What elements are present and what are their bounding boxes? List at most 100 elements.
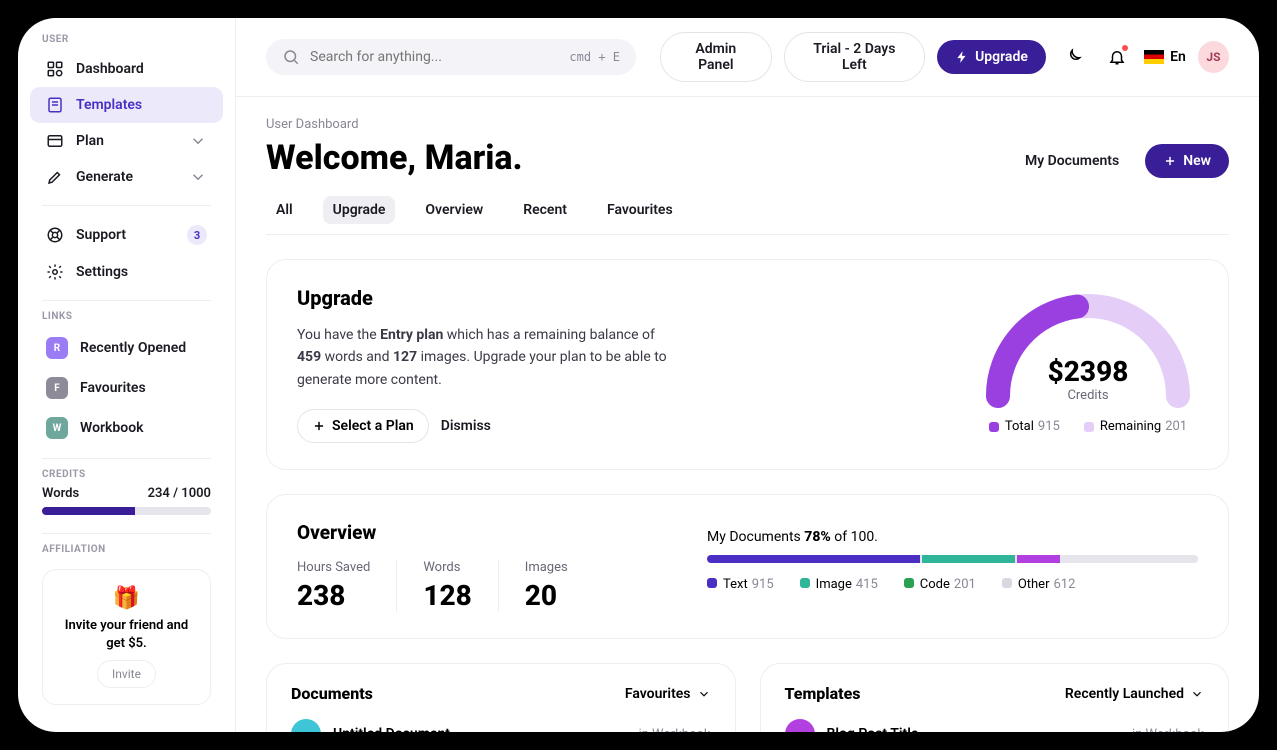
tab-overview[interactable]: Overview	[415, 196, 493, 224]
dismiss-button[interactable]: Dismiss	[441, 409, 491, 443]
theme-toggle[interactable]	[1058, 41, 1089, 73]
language-switcher[interactable]: En	[1144, 49, 1186, 65]
chevron-down-icon	[189, 168, 207, 186]
sidebar-item-label: Dashboard	[76, 61, 144, 77]
divider	[42, 205, 211, 206]
legend-image: Image415	[800, 577, 878, 592]
tab-recent[interactable]: Recent	[513, 196, 577, 224]
page-title: Welcome, Maria.	[266, 138, 523, 178]
plus-icon	[312, 419, 326, 433]
sidebar-item-label: Workbook	[80, 420, 144, 436]
documents-filter[interactable]: Favourites	[625, 686, 711, 702]
square-badge-f: F	[46, 377, 68, 399]
stat-words: Words128	[397, 560, 498, 612]
admin-panel-button[interactable]: Admin Panel	[660, 32, 772, 82]
divider	[42, 533, 211, 534]
template-row[interactable]: Blog Post Title in Workbook	[785, 719, 1205, 732]
overview-segment-bar	[707, 555, 1198, 563]
overview-title: Overview	[297, 521, 667, 544]
overview-docs-text: My Documents 78% of 100.	[707, 529, 1198, 545]
template-icon	[46, 96, 64, 114]
support-badge: 3	[187, 225, 207, 245]
document-title: Untitled Document	[333, 726, 450, 732]
notification-dot	[1122, 45, 1128, 51]
lifebuoy-icon	[46, 226, 64, 244]
sidebar-item-generate[interactable]: Generate	[30, 159, 223, 195]
plan-icon	[46, 132, 64, 150]
legend-total: Total915	[989, 419, 1060, 434]
new-button-label: New	[1183, 153, 1211, 169]
stat-images: Images20	[499, 560, 594, 612]
grid-icon	[46, 60, 64, 78]
document-row[interactable]: Untitled Document in Workbook	[291, 719, 711, 732]
trial-pill[interactable]: Trial - 2 Days Left	[784, 32, 926, 82]
upgrade-title: Upgrade	[297, 286, 948, 310]
gear-icon	[46, 263, 64, 281]
chevron-down-icon	[697, 687, 711, 701]
sidebar-item-label: Recently Opened	[80, 340, 186, 356]
chevron-down-icon	[189, 132, 207, 150]
divider	[42, 458, 211, 459]
select-plan-label: Select a Plan	[332, 418, 414, 434]
breadcrumb: User Dashboard	[266, 117, 523, 132]
template-title: Blog Post Title	[827, 726, 919, 732]
legend-code: Code201	[904, 577, 976, 592]
sidebar-item-templates[interactable]: Templates	[30, 87, 223, 123]
templates-filter[interactable]: Recently Launched	[1065, 686, 1204, 702]
sidebar-link-favourites[interactable]: F Favourites	[30, 368, 223, 408]
templates-title: Templates	[785, 684, 861, 703]
topbar: cmd + E Admin Panel Trial - 2 Days Left …	[236, 18, 1259, 97]
sidebar-item-settings[interactable]: Settings	[30, 254, 223, 290]
select-plan-button[interactable]: Select a Plan	[297, 409, 429, 443]
moon-icon	[1064, 48, 1082, 66]
sidebar-section-affiliation: AFFILIATION	[18, 544, 235, 561]
credits-words-label: Words	[42, 486, 79, 501]
legend-remaining: Remaining201	[1084, 419, 1187, 434]
sidebar-section-credits: CREDITS	[18, 469, 235, 486]
documents-title: Documents	[291, 684, 373, 703]
gauge-value: $2398	[978, 355, 1198, 388]
notifications-button[interactable]	[1101, 41, 1132, 73]
sidebar: USER Dashboard Templates Plan Generate S…	[18, 18, 236, 732]
credits-bar	[42, 507, 211, 515]
tab-favourites[interactable]: Favourites	[597, 196, 683, 224]
divider	[42, 300, 211, 301]
upgrade-text: You have the Entry plan which has a rema…	[297, 324, 677, 391]
search-shortcut: cmd + E	[569, 50, 620, 64]
affiliation-text: Invite your friend and get $5.	[59, 617, 194, 652]
sidebar-section-user: USER	[18, 34, 235, 51]
sidebar-item-plan[interactable]: Plan	[30, 123, 223, 159]
search-input-wrap[interactable]: cmd + E	[266, 39, 636, 75]
sidebar-link-workbook[interactable]: W Workbook	[30, 408, 223, 448]
avatar[interactable]: JS	[1198, 41, 1229, 73]
templates-card: Templates Recently Launched Blog Post Ti…	[760, 663, 1230, 732]
sidebar-link-recent[interactable]: R Recently Opened	[30, 328, 223, 368]
sidebar-item-label: Generate	[76, 169, 133, 185]
my-documents-button[interactable]: My Documents	[1009, 145, 1135, 177]
invite-button[interactable]: Invite	[97, 660, 156, 688]
upgrade-button-label: Upgrade	[975, 49, 1028, 65]
credits-block: Words 234 / 1000	[18, 486, 235, 515]
sidebar-item-dashboard[interactable]: Dashboard	[30, 51, 223, 87]
sidebar-item-support[interactable]: Support 3	[30, 216, 223, 254]
plus-icon	[1163, 154, 1177, 168]
tab-all[interactable]: All	[266, 196, 303, 224]
sidebar-item-label: Settings	[76, 264, 128, 280]
document-avatar	[291, 719, 321, 732]
document-meta: in Workbook	[638, 727, 710, 732]
template-avatar	[785, 719, 815, 732]
pencil-icon	[46, 168, 64, 186]
upgrade-button[interactable]: Upgrade	[937, 40, 1046, 74]
chevron-down-icon	[1190, 687, 1204, 701]
search-input[interactable]	[310, 49, 559, 65]
overview-card: Overview Hours Saved238 Words128 Images2…	[266, 494, 1229, 639]
sidebar-item-label: Favourites	[80, 380, 146, 396]
sidebar-item-label: Plan	[76, 133, 104, 149]
affiliation-card: 🎁 Invite your friend and get $5. Invite	[42, 569, 211, 705]
gauge-label: Credits	[978, 388, 1198, 403]
tab-upgrade[interactable]: Upgrade	[323, 196, 396, 224]
new-button[interactable]: New	[1145, 144, 1229, 178]
flag-icon	[1144, 50, 1164, 64]
legend-other: Other612	[1002, 577, 1076, 592]
language-label: En	[1170, 49, 1186, 65]
